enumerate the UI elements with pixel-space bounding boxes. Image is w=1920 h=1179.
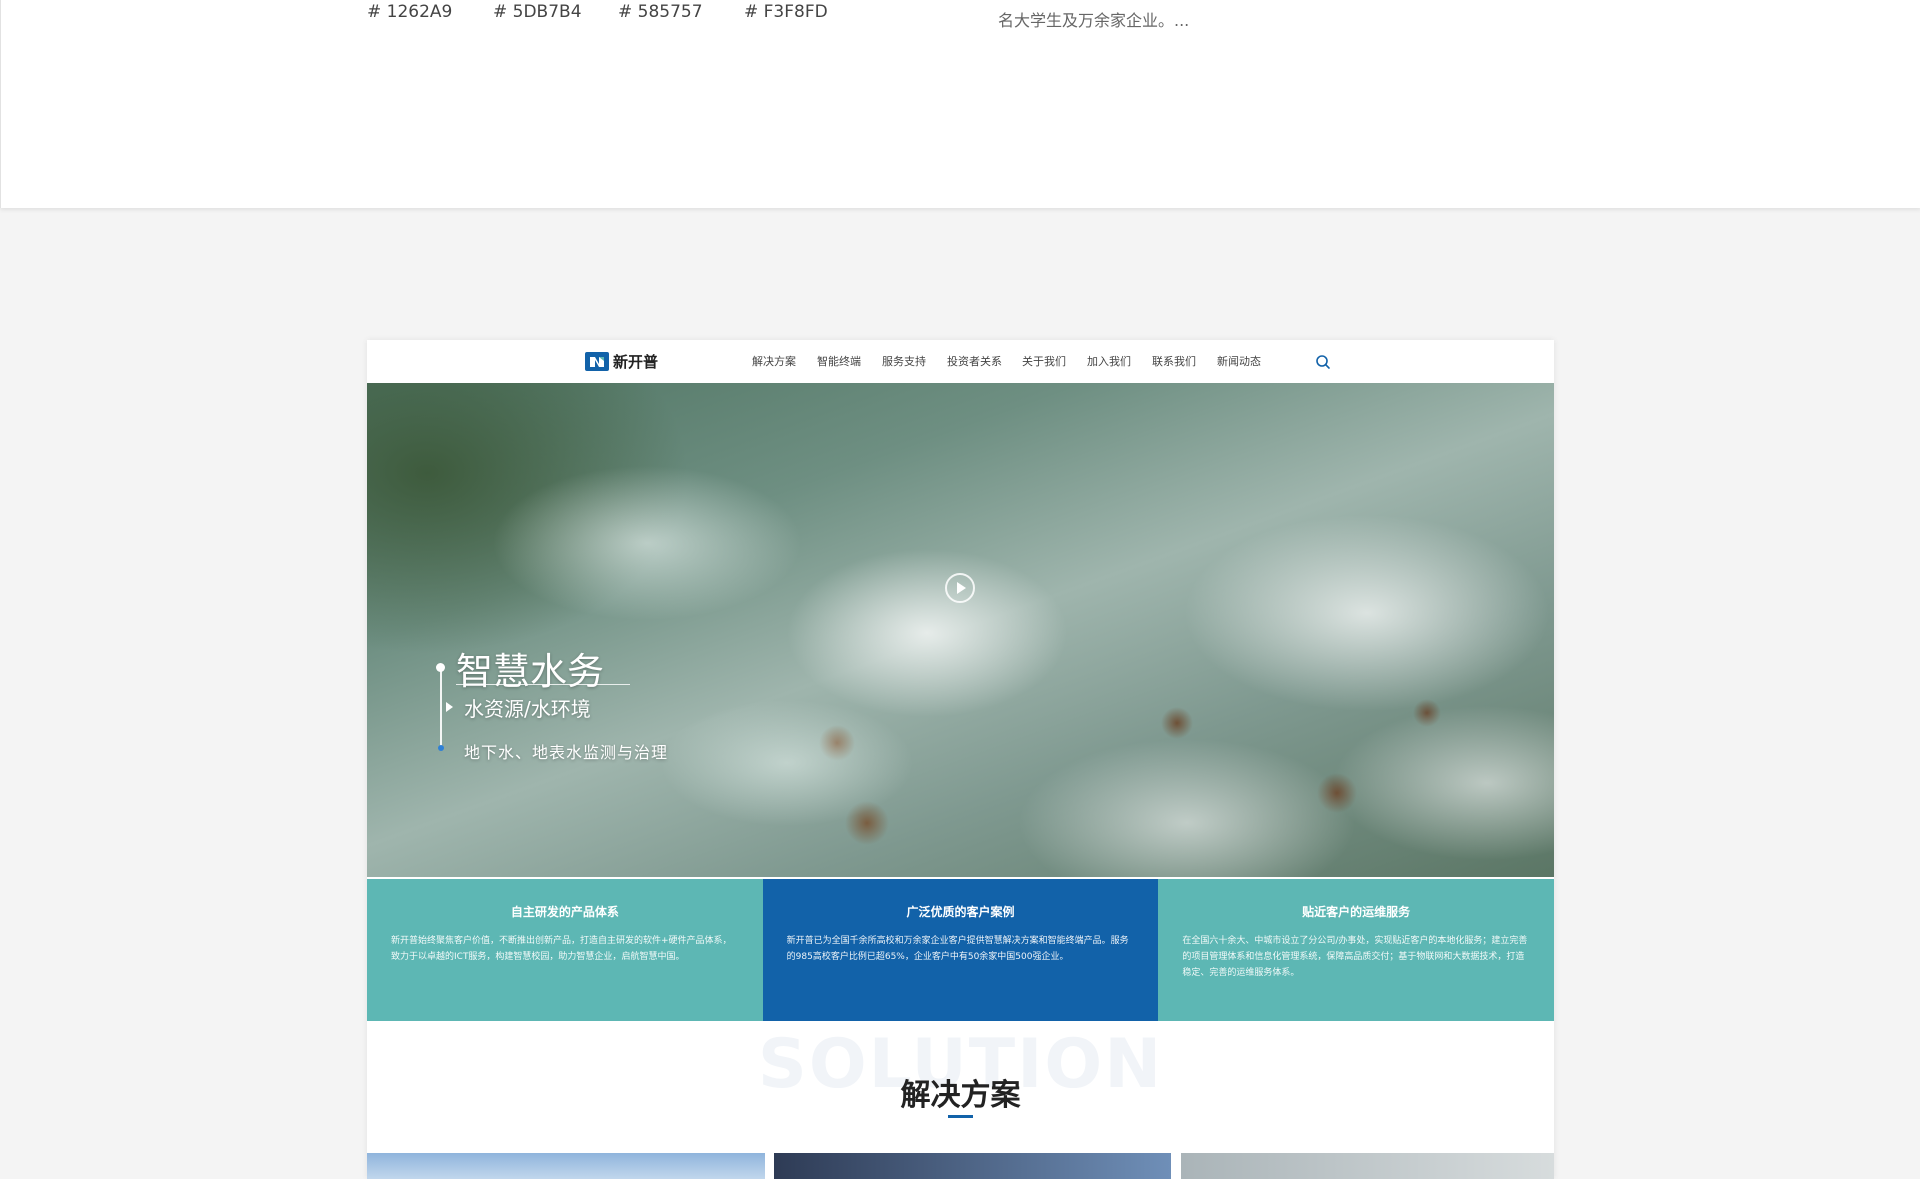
search-icon[interactable] <box>1315 354 1331 370</box>
arrow-right-icon <box>446 702 453 712</box>
feature-title: 广泛优质的客户案例 <box>906 905 1015 919</box>
color-palette-card: # 1262A9 # 5DB7B4 # 585757 # F3F8FD 名大学生… <box>0 0 1920 208</box>
logo-mark-icon <box>585 352 609 371</box>
hero-timeline-end-dot <box>438 745 444 751</box>
hero-title-divider <box>456 684 630 685</box>
feature-text: 新开普始终聚焦客户价值，不断推出创新产品，打造自主研发的软件+硬件产品体系，致力… <box>391 936 732 962</box>
nav-item-investors[interactable]: 投资者关系 <box>947 353 1002 369</box>
section-title: 解决方案 <box>900 1078 1021 1113</box>
swatch-label-1: # 1262A9 <box>367 2 453 22</box>
feature-text: 新开普已为全国千余所高校和万余家企业客户提供智慧解决方案和智能终端产品。服务的9… <box>786 936 1129 962</box>
feature-card-products[interactable]: 自主研发的产品体系 新开普始终聚焦客户价值，不断推出创新产品，打造自主研发的软件… <box>367 879 763 1021</box>
logo-text: 新开普 <box>613 353 659 371</box>
swatch-label-2: # 5DB7B4 <box>493 2 582 22</box>
hero-title: 智慧水务 <box>456 650 604 693</box>
nav-item-support[interactable]: 服务支持 <box>882 353 926 369</box>
section-title-underline <box>948 1115 973 1118</box>
website-preview: 新开普 解决方案 智能终端 服务支持 投资者关系 关于我们 加入我们 联系我们 … <box>367 340 1554 1179</box>
description-snippet: 名大学生及万余家企业。... <box>998 11 1190 30</box>
feature-title: 贴近客户的运维服务 <box>1302 905 1411 919</box>
site-header: 新开普 解决方案 智能终端 服务支持 投资者关系 关于我们 加入我们 联系我们 … <box>367 340 1554 383</box>
nav-item-about[interactable]: 关于我们 <box>1022 353 1066 369</box>
solution-thumbnail[interactable] <box>367 1153 765 1179</box>
feature-title: 自主研发的产品体系 <box>510 905 619 919</box>
play-icon[interactable] <box>945 573 975 603</box>
nav-item-careers[interactable]: 加入我们 <box>1087 353 1131 369</box>
nav-item-solutions[interactable]: 解决方案 <box>752 353 796 369</box>
feature-row: 自主研发的产品体系 新开普始终聚焦客户价值，不断推出创新产品，打造自主研发的软件… <box>367 879 1554 1021</box>
nav-item-terminals[interactable]: 智能终端 <box>817 353 861 369</box>
hero-description: 地下水、地表水监测与治理 <box>464 743 669 762</box>
feature-text: 在全国六十余大、中城市设立了分公司/办事处，实现贴近客户的本地化服务；建立完善的… <box>1182 936 1528 978</box>
nav-item-news[interactable]: 新闻动态 <box>1217 353 1261 369</box>
nav-item-contact[interactable]: 联系我们 <box>1152 353 1196 369</box>
feature-card-service[interactable]: 贴近客户的运维服务 在全国六十余大、中城市设立了分公司/办事处，实现贴近客户的本… <box>1158 879 1554 1021</box>
solution-thumbnail[interactable] <box>774 1153 1171 1179</box>
swatch-label-4: # F3F8FD <box>744 2 828 22</box>
hero-subtitle: 水资源/水环境 <box>464 697 591 721</box>
site-logo[interactable]: 新开普 <box>585 351 658 372</box>
hero-banner: 智慧水务 水资源/水环境 地下水、地表水监测与治理 <box>367 383 1554 877</box>
feature-card-cases[interactable]: 广泛优质的客户案例 新开普已为全国千余所高校和万余家企业客户提供智慧解决方案和智… <box>762 879 1159 1021</box>
solution-thumbnail[interactable] <box>1181 1153 1554 1179</box>
swatch-label-3: # 585757 <box>618 2 703 22</box>
hero-timeline-dot <box>436 663 445 672</box>
hero-timeline-line <box>440 667 442 747</box>
